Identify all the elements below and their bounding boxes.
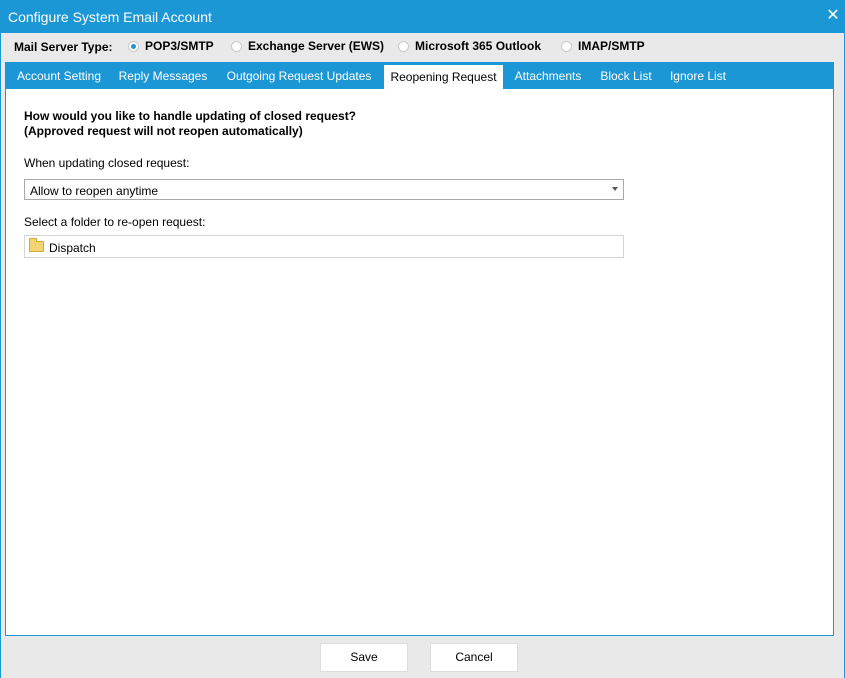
reopen-folder-value: Dispatch bbox=[49, 241, 96, 255]
radio-label: Microsoft 365 Outlook bbox=[415, 39, 542, 53]
tab-block-list[interactable]: Block List bbox=[595, 62, 657, 89]
radio-microsoft-365[interactable]: Microsoft 365 Outlook bbox=[398, 39, 541, 53]
when-updating-label: When updating closed request: bbox=[24, 156, 190, 170]
dialog-title: Configure System Email Account bbox=[8, 9, 212, 25]
close-icon[interactable]: ✕ bbox=[824, 6, 842, 26]
save-button[interactable]: Save bbox=[320, 643, 408, 672]
tab-bar: Account Setting Reply Messages Outgoing … bbox=[5, 62, 834, 89]
reopen-question: How would you like to handle updating of… bbox=[24, 109, 356, 139]
cancel-button[interactable]: Cancel bbox=[430, 643, 518, 672]
radio-unselected-icon bbox=[398, 40, 409, 52]
reopen-question-line2: (Approved request will not reopen automa… bbox=[24, 124, 303, 138]
radio-label: IMAP/SMTP bbox=[578, 39, 645, 53]
radio-exchange-server[interactable]: Exchange Server (EWS) bbox=[231, 39, 384, 53]
radio-unselected-icon bbox=[231, 40, 242, 52]
tab-outgoing-request-updates[interactable]: Outgoing Request Updates bbox=[219, 62, 379, 89]
reopen-policy-dropdown[interactable]: Allow to reopen anytime bbox=[24, 179, 624, 200]
reopen-folder-field[interactable]: Dispatch bbox=[24, 235, 624, 258]
reopen-question-line1: How would you like to handle updating of… bbox=[24, 109, 357, 123]
configure-email-dialog: Configure System Email Account ✕ Mail Se… bbox=[0, 0, 845, 678]
reopen-policy-value: Allow to reopen anytime bbox=[30, 184, 159, 198]
reopening-request-panel: How would you like to handle updating of… bbox=[5, 89, 834, 636]
tab-reopening-request[interactable]: Reopening Request bbox=[384, 65, 503, 89]
folder-icon bbox=[29, 238, 44, 252]
tab-attachments[interactable]: Attachments bbox=[509, 62, 587, 89]
radio-selected-icon bbox=[128, 40, 139, 52]
folder-select-label: Select a folder to re-open request: bbox=[24, 215, 206, 229]
mail-server-type-label: Mail Server Type: bbox=[14, 40, 113, 54]
dialog-footer: Save Cancel bbox=[1, 637, 844, 678]
radio-label: Exchange Server (EWS) bbox=[248, 39, 385, 53]
title-bar: Configure System Email Account ✕ bbox=[1, 1, 844, 33]
radio-pop3-smtp[interactable]: POP3/SMTP bbox=[128, 39, 214, 53]
mail-server-type-row: Mail Server Type: POP3/SMTP Exchange Ser… bbox=[1, 33, 844, 61]
radio-label: POP3/SMTP bbox=[145, 39, 214, 53]
tab-account-setting[interactable]: Account Setting bbox=[8, 62, 110, 89]
chevron-down-icon bbox=[612, 187, 618, 191]
tab-ignore-list[interactable]: Ignore List bbox=[665, 62, 731, 89]
radio-imap-smtp[interactable]: IMAP/SMTP bbox=[561, 39, 645, 53]
tab-reply-messages[interactable]: Reply Messages bbox=[112, 62, 214, 89]
radio-unselected-icon bbox=[561, 40, 572, 52]
